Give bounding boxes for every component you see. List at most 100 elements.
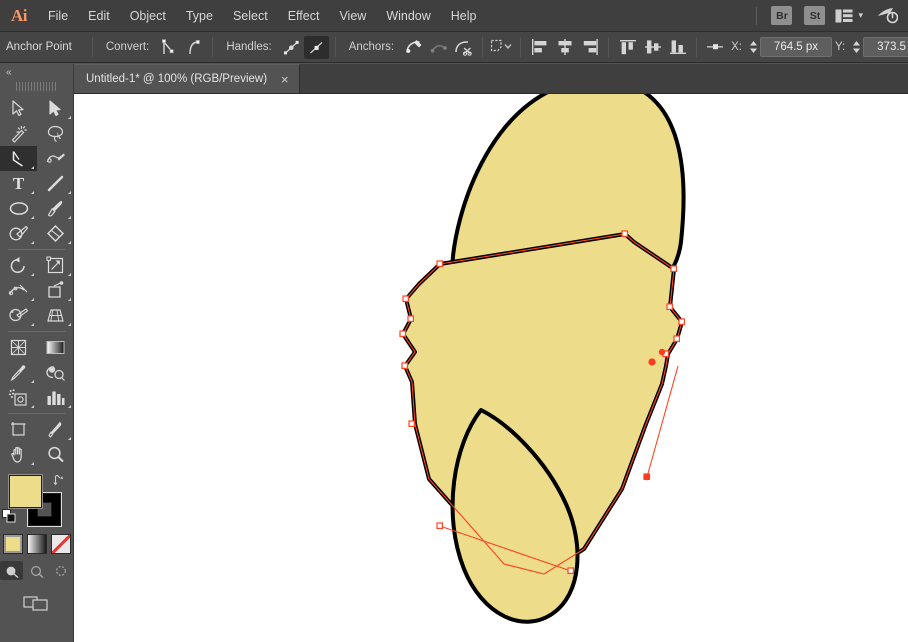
free-transform-tool[interactable] (37, 278, 74, 303)
search-help-icon[interactable] (877, 7, 898, 24)
app-logo: Ai (11, 5, 28, 25)
symbol-sprayer-tool[interactable] (0, 385, 37, 410)
draw-inside-button[interactable] (50, 561, 73, 580)
anchor-point[interactable] (670, 265, 678, 273)
selection-tool[interactable] (0, 96, 37, 121)
artboard-tool-icon (11, 422, 26, 436)
none-mode-button[interactable] (50, 534, 71, 554)
swap-fill-stroke-icon[interactable] (52, 473, 67, 487)
anchor-point[interactable] (402, 295, 410, 303)
eraser-tool[interactable] (37, 221, 74, 246)
tools-panel-grip[interactable] (15, 80, 58, 92)
menu-help[interactable]: Help (441, 0, 487, 32)
x-position-input[interactable] (759, 37, 832, 57)
hand-tool-icon (11, 446, 22, 463)
selected-anchor-point[interactable] (658, 348, 666, 356)
collapse-panel-button[interactable]: « (0, 64, 73, 80)
direct-selection-tool[interactable] (37, 96, 74, 121)
anchor-point[interactable] (621, 230, 629, 238)
workspace-switcher[interactable]: ▾ (835, 9, 863, 23)
menu-file[interactable]: File (38, 0, 78, 32)
blend-tool[interactable] (37, 360, 74, 385)
y-position-input[interactable] (863, 37, 908, 57)
bridge-button[interactable]: Br (771, 6, 793, 25)
align-right-button[interactable] (577, 36, 602, 59)
x-stepper[interactable] (747, 37, 760, 57)
eyedropper-tool[interactable] (0, 360, 37, 385)
anchor-point[interactable] (673, 335, 681, 343)
lasso-tool[interactable] (37, 121, 74, 146)
menu-select[interactable]: Select (223, 0, 278, 32)
convert-to-corner-button[interactable] (156, 36, 181, 59)
align-center-vertical-button[interactable] (640, 36, 665, 59)
anchor-point[interactable] (678, 318, 686, 326)
gradient-mode-button[interactable] (26, 534, 47, 554)
magic-wand-tool-icon (11, 125, 27, 143)
document-tab[interactable]: Untitled-1* @ 100% (RGB/Preview) × (74, 64, 300, 93)
convert-to-smooth-button[interactable] (181, 36, 206, 59)
hand-tool[interactable] (0, 442, 37, 467)
align-center-horizontal-button[interactable] (552, 36, 577, 59)
direction-handle-endpoint[interactable] (643, 473, 651, 481)
show-handles-button[interactable] (279, 36, 304, 59)
menu-effect[interactable]: Effect (278, 0, 330, 32)
slice-tool[interactable] (37, 417, 74, 442)
artboard-canvas[interactable] (74, 94, 908, 642)
align-top-button[interactable] (615, 36, 640, 59)
rotate-tool[interactable] (0, 253, 37, 278)
ellipse-tool[interactable] (0, 196, 37, 221)
menu-object[interactable]: Object (120, 0, 176, 32)
line-segment-tool[interactable] (37, 171, 74, 196)
anchor-point[interactable] (399, 330, 407, 338)
default-fill-stroke-icon[interactable] (2, 509, 17, 524)
draw-normal-button[interactable] (0, 561, 23, 580)
draw-mode-group (0, 561, 73, 580)
shaper-tool[interactable] (0, 221, 37, 246)
paintbrush-tool-icon (47, 200, 63, 217)
pen-tool[interactable] (0, 146, 37, 171)
artboard-tool[interactable] (0, 417, 37, 442)
paintbrush-tool[interactable] (37, 196, 74, 221)
remove-anchor-button[interactable] (401, 36, 426, 59)
type-tool[interactable]: T (0, 171, 37, 196)
isolate-selected-object-button[interactable] (489, 36, 514, 59)
anchor-point[interactable] (666, 303, 674, 311)
align-bottom-button[interactable] (665, 36, 690, 59)
anchor-point[interactable] (567, 567, 575, 575)
align-left-button[interactable] (527, 36, 552, 59)
draw-inside-icon (55, 565, 67, 576)
anchor-point[interactable] (408, 420, 416, 428)
column-graph-tool[interactable] (37, 385, 74, 410)
mesh-tool[interactable] (0, 335, 37, 360)
control-divider (608, 37, 610, 57)
scale-tool[interactable] (37, 253, 74, 278)
menu-view[interactable]: View (329, 0, 376, 32)
shape-builder-tool[interactable] (0, 303, 37, 328)
close-icon[interactable]: × (279, 73, 291, 86)
perspective-grid-tool[interactable] (37, 303, 74, 328)
connect-anchor-button[interactable] (426, 36, 451, 59)
anchor-point[interactable] (407, 315, 415, 323)
width-tool[interactable] (0, 278, 37, 303)
curvature-tool[interactable] (37, 146, 74, 171)
anchor-point[interactable] (436, 260, 444, 268)
zoom-tool[interactable] (37, 442, 74, 467)
menu-window[interactable]: Window (376, 0, 440, 32)
flyout-indicator-icon (68, 323, 71, 326)
transform-anchor-button[interactable] (703, 36, 728, 59)
stock-button[interactable]: St (804, 6, 826, 25)
magic-wand-tool[interactable] (0, 121, 37, 146)
menu-edit[interactable]: Edit (78, 0, 120, 32)
hide-handles-button[interactable] (303, 35, 329, 59)
anchor-point[interactable] (401, 362, 409, 370)
color-mode-button[interactable] (2, 534, 23, 554)
fill-swatch[interactable] (9, 475, 42, 508)
gradient-tool[interactable] (37, 335, 74, 360)
anchor-point[interactable] (436, 522, 444, 530)
change-screen-mode-button[interactable] (22, 592, 52, 614)
selected-anchor-point[interactable] (648, 358, 656, 366)
y-stepper[interactable] (850, 37, 863, 57)
cut-path-at-anchor-button[interactable] (451, 36, 476, 59)
draw-behind-button[interactable] (25, 561, 48, 580)
menu-type[interactable]: Type (176, 0, 223, 32)
